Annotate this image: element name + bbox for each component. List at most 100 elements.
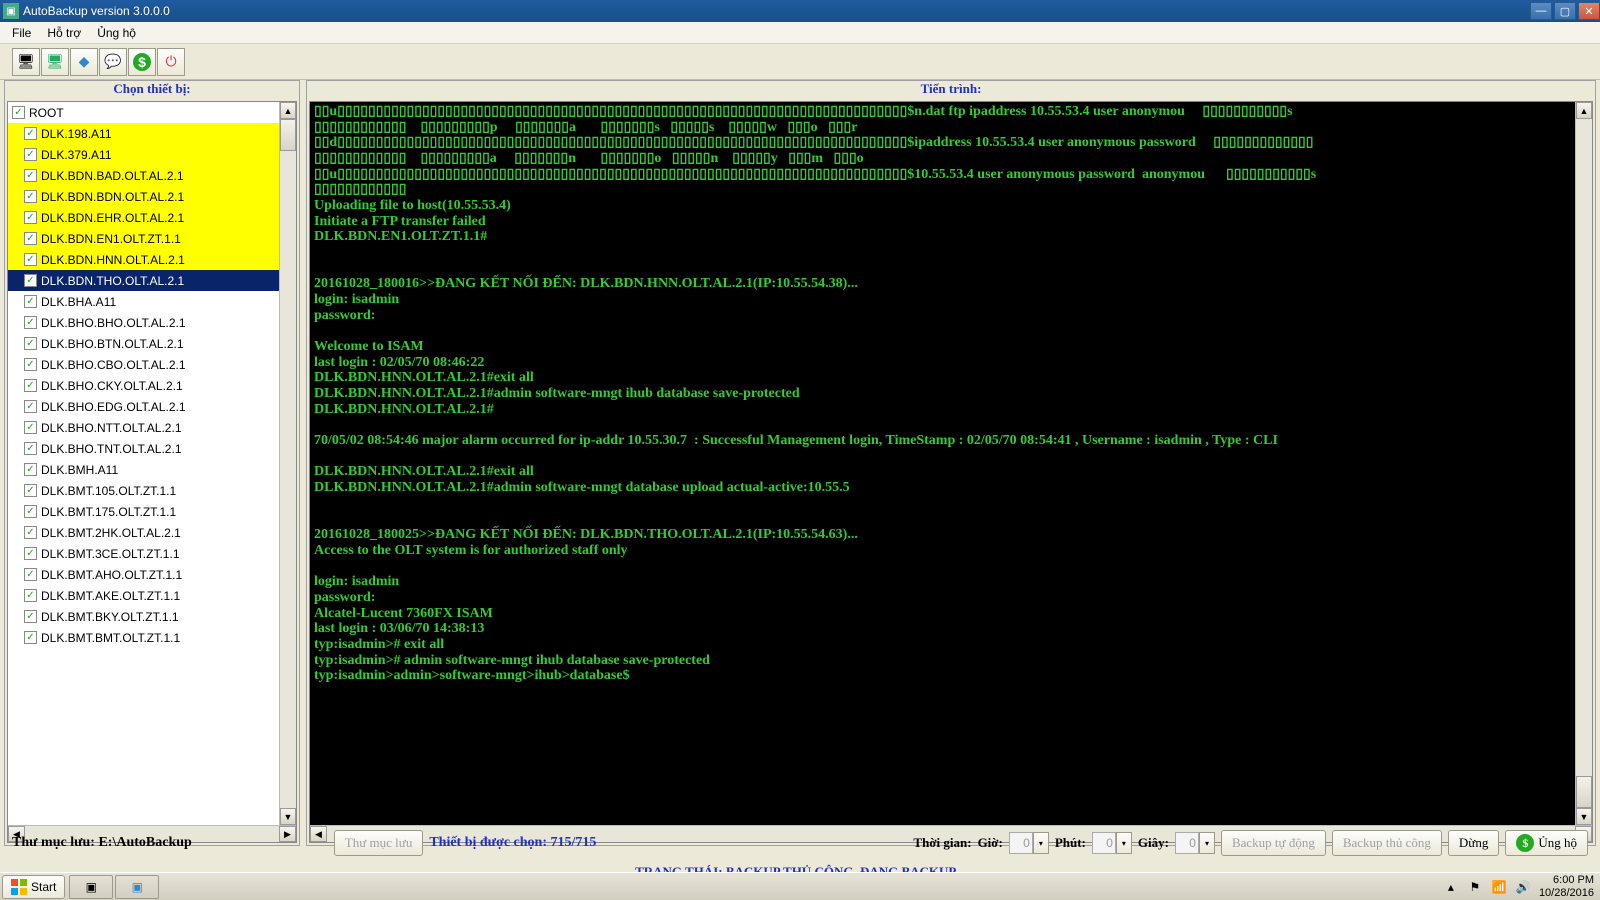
checkbox-icon[interactable]: ✓ <box>24 547 37 560</box>
checkbox-icon[interactable]: ✓ <box>12 106 25 119</box>
chevron-down-icon[interactable]: ▾ <box>1033 832 1049 854</box>
toolbar-btn-6[interactable]: ⏻ <box>157 48 185 76</box>
tree-vscroll[interactable]: ▲ ▼ <box>279 102 296 825</box>
hour-input[interactable] <box>1009 832 1033 854</box>
tree-item[interactable]: ✓ DLK.BDN.HNN.OLT.AL.2.1 <box>8 249 279 270</box>
taskbar-item-1[interactable]: ▣ <box>69 875 113 899</box>
minimize-button[interactable]: — <box>1530 2 1552 20</box>
save-dir-button[interactable]: Thư mục lưu <box>334 830 424 856</box>
term-vscroll[interactable]: ▲ ▼ <box>1575 102 1592 825</box>
tree-item[interactable]: ✓DLK.BMT.3CE.OLT.ZT.1.1 <box>8 543 279 564</box>
checkbox-icon[interactable]: ✓ <box>24 400 37 413</box>
checkbox-icon[interactable]: ✓ <box>24 484 37 497</box>
checkbox-icon[interactable]: ✓ <box>24 337 37 350</box>
tree-item[interactable]: ✓DLK.BDN.THO.OLT.AL.2.1 <box>8 270 279 291</box>
stop-button[interactable]: Dừng <box>1448 830 1499 856</box>
close-button[interactable]: ✕ <box>1578 2 1600 20</box>
tray-volume-icon[interactable]: 🔊 <box>1515 879 1531 895</box>
toolbar-btn-4[interactable]: 💬 <box>99 48 127 76</box>
taskbar-item-2[interactable]: ▣ <box>115 875 159 899</box>
app-icon: ▣ <box>132 880 143 894</box>
scroll-thumb[interactable] <box>280 119 296 151</box>
tree-item-label: DLK.BHO.CKY.OLT.AL.2.1 <box>41 379 183 393</box>
tree-item-label: DLK.BDN.HNN.OLT.AL.2.1 <box>41 253 185 267</box>
tree-item[interactable]: ✓DLK.198.A11 <box>8 123 279 144</box>
toolbar-btn-3[interactable]: ◆ <box>70 48 98 76</box>
tree-item[interactable]: ✓DLK.BMT.175.OLT.ZT.1.1 <box>8 501 279 522</box>
tree-item[interactable]: ✓DLK.BHO.CBO.OLT.AL.2.1 <box>8 354 279 375</box>
tree-item[interactable]: ✓DLK.BDN.EHR.OLT.AL.2.1 <box>8 207 279 228</box>
chevron-down-icon[interactable]: ▾ <box>1116 832 1132 854</box>
checkbox-icon[interactable]: ✓ <box>24 358 37 371</box>
checkbox-icon[interactable]: ✓ <box>24 253 37 266</box>
checkbox-icon[interactable]: ✓ <box>24 463 37 476</box>
taskbar-clock[interactable]: 6:00 PM 10/28/2016 <box>1539 874 1594 898</box>
checkbox-icon[interactable]: ✓ <box>24 211 37 224</box>
tree-item[interactable]: ✓DLK.BMT.BKY.OLT.ZT.1.1 <box>8 606 279 627</box>
checkbox-icon[interactable]: ✓ <box>24 274 37 287</box>
app-icon: ▣ <box>86 880 97 894</box>
device-tree[interactable]: ✓ROOT✓DLK.198.A11✓DLK.379.A11✓DLK.BDN.BA… <box>8 102 279 825</box>
second-input[interactable] <box>1175 832 1199 854</box>
tree-item[interactable]: ✓DLK.379.A11 <box>8 144 279 165</box>
chevron-down-icon[interactable]: ▾ <box>1199 832 1215 854</box>
menu-donate[interactable]: Ủng hộ <box>89 24 144 42</box>
tree-item[interactable]: ✓DLK.BDN.BDN.OLT.AL.2.1 <box>8 186 279 207</box>
checkbox-icon[interactable]: ✓ <box>24 610 37 623</box>
tree-item[interactable]: ✓DLK.BHO.TNT.OLT.AL.2.1 <box>8 438 279 459</box>
tree-item[interactable]: ✓DLK.BDN.BAD.OLT.AL.2.1 <box>8 165 279 186</box>
app-icon: ▣ <box>3 3 19 19</box>
checkbox-icon[interactable]: ✓ <box>24 232 37 245</box>
checkbox-icon[interactable]: ✓ <box>24 589 37 602</box>
toolbar-btn-1[interactable]: 🖥 <box>12 48 40 76</box>
tree-item[interactable]: ✓DLK.BHA.A11 <box>8 291 279 312</box>
tree-item[interactable]: ✓DLK.BHO.NTT.OLT.AL.2.1 <box>8 417 279 438</box>
checkbox-icon[interactable]: ✓ <box>24 631 37 644</box>
tree-item[interactable]: ✓DLK.BHO.BHO.OLT.AL.2.1 <box>8 312 279 333</box>
tree-item[interactable]: ✓DLK.BMT.BMT.OLT.ZT.1.1 <box>8 627 279 648</box>
checkbox-icon[interactable]: ✓ <box>24 148 37 161</box>
minute-spinner[interactable]: ▾ <box>1092 832 1132 854</box>
toolbar-btn-5[interactable]: $ <box>128 48 156 76</box>
scroll-up-icon[interactable]: ▲ <box>280 102 296 119</box>
tree-item[interactable]: ✓DLK.BHO.BTN.OLT.AL.2.1 <box>8 333 279 354</box>
checkbox-icon[interactable]: ✓ <box>24 568 37 581</box>
checkbox-icon[interactable]: ✓ <box>24 190 37 203</box>
scroll-thumb[interactable] <box>1576 776 1592 808</box>
maximize-button[interactable]: ▢ <box>1554 2 1576 20</box>
tree-item[interactable]: ✓DLK.BMT.105.OLT.ZT.1.1 <box>8 480 279 501</box>
manual-backup-button[interactable]: Backup thủ công <box>1332 830 1442 856</box>
second-spinner[interactable]: ▾ <box>1175 832 1215 854</box>
diamond-icon: ◆ <box>79 53 90 70</box>
tray-flag-icon[interactable]: ⚑ <box>1467 879 1483 895</box>
tree-root[interactable]: ✓ROOT <box>8 102 279 123</box>
checkbox-icon[interactable]: ✓ <box>24 421 37 434</box>
checkbox-icon[interactable]: ✓ <box>24 169 37 182</box>
donate-button[interactable]: $ Ủng hộ <box>1505 830 1588 856</box>
tree-item[interactable]: ✓DLK.BDN.EN1.OLT.ZT.1.1 <box>8 228 279 249</box>
tree-item[interactable]: ✓DLK.BMT.2HK.OLT.AL.2.1 <box>8 522 279 543</box>
tree-item[interactable]: ✓DLK.BMT.AHO.OLT.ZT.1.1 <box>8 564 279 585</box>
tray-chevron-icon[interactable]: ▴ <box>1443 879 1459 895</box>
tree-item[interactable]: ✓DLK.BMH.A11 <box>8 459 279 480</box>
toolbar-btn-2[interactable]: 🖥 <box>41 48 69 76</box>
start-button[interactable]: Start <box>2 875 65 899</box>
checkbox-icon[interactable]: ✓ <box>24 295 37 308</box>
tree-item[interactable]: ✓DLK.BMT.AKE.OLT.ZT.1.1 <box>8 585 279 606</box>
checkbox-icon[interactable]: ✓ <box>24 505 37 518</box>
minute-input[interactable] <box>1092 832 1116 854</box>
checkbox-icon[interactable]: ✓ <box>24 526 37 539</box>
terminal-output[interactable]: ▯▯u▯▯▯▯▯▯▯▯▯▯▯▯▯▯▯▯▯▯▯▯▯▯▯▯▯▯▯▯▯▯▯▯▯▯▯▯▯… <box>310 102 1575 825</box>
hour-spinner[interactable]: ▾ <box>1009 832 1049 854</box>
checkbox-icon[interactable]: ✓ <box>24 316 37 329</box>
checkbox-icon[interactable]: ✓ <box>24 442 37 455</box>
scroll-up-icon[interactable]: ▲ <box>1576 102 1592 119</box>
menu-file[interactable]: File <box>4 24 39 42</box>
tree-item[interactable]: ✓ DLK.BHO.CKY.OLT.AL.2.1 <box>8 375 279 396</box>
checkbox-icon[interactable]: ✓ <box>24 127 37 140</box>
menu-support[interactable]: Hỗ trợ <box>39 24 89 42</box>
tree-item[interactable]: ✓DLK.BHO.EDG.OLT.AL.2.1 <box>8 396 279 417</box>
checkbox-icon[interactable]: ✓ <box>24 379 37 392</box>
tray-network-icon[interactable]: 📶 <box>1491 879 1507 895</box>
auto-backup-button[interactable]: Backup tự động <box>1221 830 1326 856</box>
